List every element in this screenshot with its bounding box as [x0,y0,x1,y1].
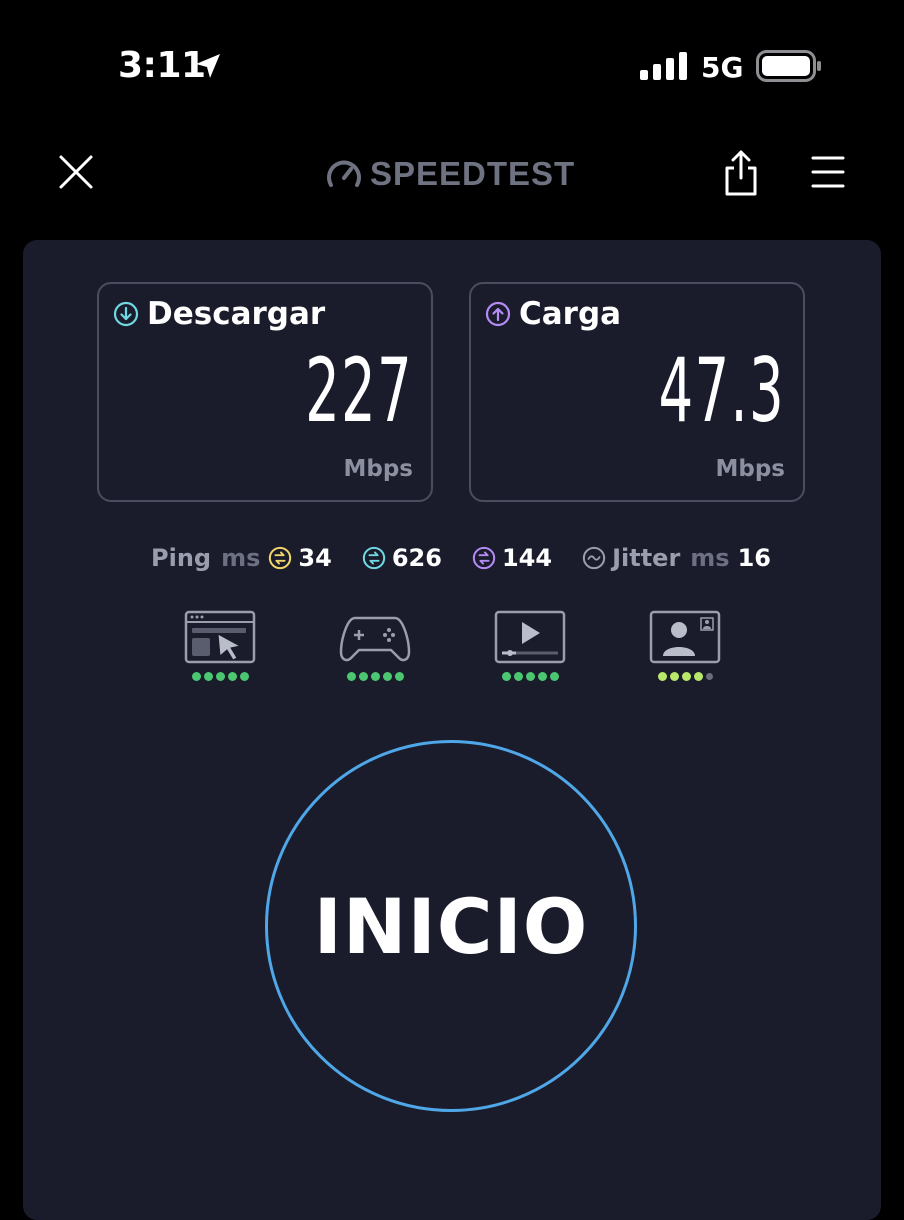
rating-dot [657,672,667,681]
brand-name: SPEEDTEST [370,155,576,192]
download-result-card[interactable]: Descargar 227 Mbps [97,282,433,502]
video-stream-icon [494,610,566,664]
rating-dot [239,672,249,681]
quality-gaming[interactable] [335,610,415,690]
download-header: Descargar [113,296,325,332]
upload-arrow-icon [485,301,511,327]
rating-dot [669,672,679,681]
download-latency-icon [362,546,385,570]
rating-dot [693,672,703,681]
video-call-rating [645,672,725,681]
status-bar: 3:11 5G [0,0,904,120]
signal-bars-icon [640,52,687,80]
rating-dot [370,672,380,681]
top-navigation: SPEEDTEST [0,130,904,220]
rating-dot [203,672,213,681]
upload-unit: Mbps [715,456,785,482]
ping-row: Ping ms 34 626 144 Jitter ms 16 [151,538,771,578]
rating-dot [705,673,713,680]
download-value: 227 [305,339,413,442]
start-test-button[interactable]: INICIO [265,740,637,1112]
rating-dot [358,672,368,681]
jitter-label: Jitter [612,544,681,572]
rating-dot [549,672,559,681]
quality-streaming[interactable] [490,610,570,690]
rating-dot [394,672,404,681]
speedtest-panel: Descargar 227 Mbps Carga 47.3 Mbps Ping … [23,240,881,1220]
speedtest-logo: SPEEDTEST [324,152,575,196]
web-browsing-icon [184,610,256,664]
download-arrow-icon [113,301,139,327]
jitter-icon [582,546,606,570]
battery-icon [756,50,821,82]
download-label: Descargar [147,296,326,332]
browsing-rating [180,672,260,681]
rating-dot [525,672,535,681]
ping-upload-value: 144 [501,544,553,572]
jitter-unit: ms [690,544,730,572]
gamepad-icon [339,616,411,662]
location-arrow-icon [196,54,220,78]
download-unit: Mbps [343,456,413,482]
rating-dot [501,672,511,681]
status-time: 3:11 [118,45,206,86]
rating-dot [513,672,523,681]
rating-dot [215,672,225,681]
streaming-rating [490,672,570,681]
rating-dot [227,672,237,681]
rating-dot [537,672,547,681]
network-type: 5G [701,51,744,84]
upload-header: Carga [485,296,621,332]
rating-dot [382,672,392,681]
rating-dot [191,672,201,681]
hamburger-menu-icon[interactable] [804,152,852,192]
close-icon[interactable] [52,148,100,196]
video-call-icon [649,610,721,664]
ping-label: Ping [151,544,212,572]
rating-dot [681,672,691,681]
share-icon[interactable] [718,144,764,200]
gaming-rating [335,672,415,681]
rating-dot [346,672,356,681]
quality-video-call[interactable] [645,610,725,690]
upload-label: Carga [519,296,622,332]
idle-latency-icon [269,546,292,570]
gauge-icon [327,160,361,187]
ping-unit: ms [221,544,261,572]
upload-value: 47.3 [658,339,785,442]
ping-idle-value: 34 [298,544,332,572]
jitter-value: 16 [737,544,771,572]
quality-browsing[interactable] [180,610,260,690]
quality-ratings [23,610,881,690]
start-test-label: INICIO [313,881,589,971]
upload-result-card[interactable]: Carga 47.3 Mbps [469,282,805,502]
upload-latency-icon [472,546,496,570]
ping-download-value: 626 [391,544,442,572]
